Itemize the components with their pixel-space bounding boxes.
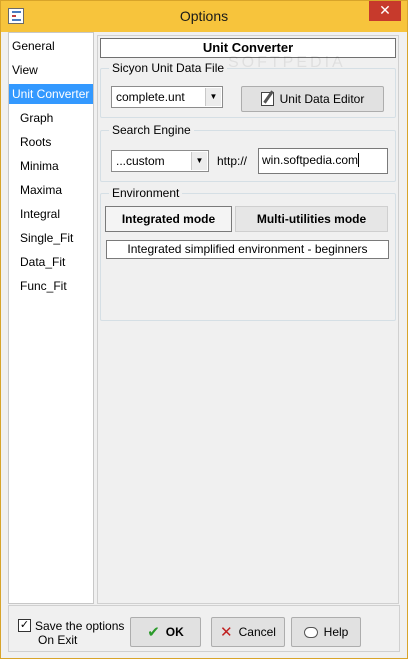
save-options-label[interactable]: Save the options On Exit [35, 619, 124, 647]
nav-item-integral[interactable]: Integral [9, 204, 93, 224]
environment-group: Environment Integrated mode Multi-utilit… [100, 185, 396, 321]
ok-label: OK [165, 625, 184, 639]
cancel-label: Cancel [238, 625, 276, 639]
panel-title: Unit Converter [100, 38, 396, 58]
text-caret [358, 153, 360, 167]
chevron-down-icon[interactable]: ▼ [205, 88, 221, 106]
search-engine-label: Search Engine [109, 122, 194, 138]
nav-item-data-fit[interactable]: Data_Fit [9, 252, 93, 272]
tab-integrated-mode[interactable]: Integrated mode [105, 206, 232, 232]
options-window: Options ✕ General View Unit Converter Gr… [0, 0, 408, 659]
search-url-value: win.softpedia.com [262, 153, 359, 167]
nav-item-single-fit[interactable]: Single_Fit [9, 228, 93, 248]
search-engine-group: Search Engine ...custom ▼ http:// win.so… [100, 122, 396, 182]
nav-item-roots[interactable]: Roots [9, 132, 93, 152]
unit-file-value: complete.unt [116, 90, 185, 104]
save-options-checkbox[interactable]: ✓ [18, 619, 31, 632]
settings-panel: Unit Converter SOFTPEDIA Sicyon Unit Dat… [97, 35, 399, 604]
cancel-button[interactable]: ✕ Cancel [211, 617, 285, 647]
unit-file-combo[interactable]: complete.unt ▼ [111, 86, 223, 108]
title-bar[interactable]: Options ✕ [1, 1, 407, 32]
search-url-field[interactable]: win.softpedia.com [258, 148, 388, 174]
nav-item-func-fit[interactable]: Func_Fit [9, 276, 93, 296]
ok-button[interactable]: ✔ OK [130, 617, 201, 647]
category-list[interactable]: General View Unit Converter Graph Roots … [8, 32, 94, 604]
unit-data-editor-button[interactable]: Unit Data Editor [241, 86, 384, 112]
nav-item-unit-converter[interactable]: Unit Converter [9, 84, 93, 104]
save-options-line1: Save the options [35, 619, 125, 633]
client-area: General View Unit Converter Graph Roots … [8, 32, 400, 652]
nav-item-minima[interactable]: Minima [9, 156, 93, 176]
edit-note-icon [260, 92, 274, 106]
environment-description: Integrated simplified environment - begi… [106, 240, 389, 259]
close-button[interactable]: ✕ [369, 1, 401, 21]
dialog-footer: ✓ Save the options On Exit ✔ OK ✕ Cancel [8, 605, 400, 652]
help-label: Help [323, 625, 349, 639]
search-engine-value: ...custom [116, 154, 165, 168]
cancel-x-icon: ✕ [220, 624, 233, 641]
nav-item-maxima[interactable]: Maxima [9, 180, 93, 200]
url-prefix: http:// [217, 154, 248, 168]
nav-item-graph[interactable]: Graph [9, 108, 93, 128]
checkmark-icon: ✔ [147, 624, 160, 641]
save-options-line2: On Exit [38, 633, 78, 647]
window-title: Options [179, 8, 229, 24]
help-button[interactable]: Help [291, 617, 361, 647]
unit-data-editor-label: Unit Data Editor [279, 92, 365, 106]
environment-label: Environment [109, 185, 183, 201]
nav-item-view[interactable]: View [9, 60, 93, 80]
chevron-down-icon[interactable]: ▼ [191, 152, 207, 170]
unit-data-file-label: Sicyon Unit Data File [109, 60, 228, 76]
close-icon: ✕ [379, 2, 391, 18]
speech-bubble-icon [303, 626, 318, 638]
unit-data-file-group: Sicyon Unit Data File complete.unt ▼ Uni… [100, 60, 396, 118]
search-engine-combo[interactable]: ...custom ▼ [111, 150, 209, 172]
checkmark-icon: ✓ [19, 619, 30, 631]
nav-item-general[interactable]: General [9, 36, 93, 56]
tab-multi-utilities-mode[interactable]: Multi-utilities mode [235, 206, 388, 232]
